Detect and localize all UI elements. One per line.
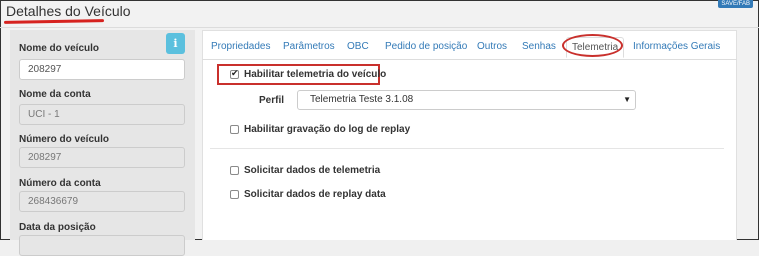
tab-outros[interactable]: Outros <box>477 41 507 52</box>
header-divider <box>0 27 759 28</box>
account-name-field: UCI - 1 <box>19 104 185 125</box>
position-date-label: Data da posição <box>19 222 96 233</box>
account-number-field: 268436679 <box>19 191 185 212</box>
tab-senhas[interactable]: Senhas <box>522 41 556 52</box>
replay-log-checkbox[interactable] <box>230 125 239 134</box>
tab-propriedades[interactable]: Propriedades <box>211 41 270 52</box>
vehicle-number-field: 208297 <box>19 147 185 168</box>
account-number-label: Número da conta <box>19 178 101 189</box>
position-date-field <box>19 235 185 256</box>
perfil-select-value: Telemetria Teste 3.1.08 <box>310 94 414 105</box>
corner-button[interactable]: SAVE/FAB <box>718 0 753 8</box>
request-replay-checkbox[interactable] <box>230 190 239 199</box>
telemetry-tab-annotation <box>562 34 623 57</box>
request-replay-label: Solicitar dados de replay data <box>244 189 386 200</box>
vehicle-name-label: Nome do veículo <box>19 43 100 54</box>
vehicle-name-field[interactable]: 208297 <box>19 59 185 80</box>
page-title: Detalhes do Veículo <box>6 3 131 19</box>
options-divider <box>210 148 724 149</box>
vehicle-number-label: Número do veículo <box>19 134 110 145</box>
tab-parametros[interactable]: Parâmetros <box>283 41 335 52</box>
replay-log-label: Habilitar gravação do log de replay <box>244 124 411 135</box>
info-icon[interactable]: i <box>166 33 185 54</box>
account-name-label: Nome da conta <box>19 89 91 100</box>
enable-telemetry-checkbox[interactable] <box>230 68 239 79</box>
tab-obc[interactable]: OBC <box>347 41 369 52</box>
settings-panel <box>202 30 737 240</box>
request-telemetry-label: Solicitar dados de telemetria <box>244 165 381 176</box>
request-telemetry-checkbox[interactable] <box>230 166 239 175</box>
perfil-select[interactable]: Telemetria Teste 3.1.08 ▼ <box>297 90 636 110</box>
caret-down-icon: ▼ <box>623 95 631 104</box>
enable-telemetry-label: Habilitar telemetria do veículo <box>244 69 387 80</box>
perfil-label: Perfil <box>259 95 285 106</box>
tab-pedido-de-posicao[interactable]: Pedido de posição <box>385 41 467 52</box>
tab-informacoes-gerais[interactable]: Informações Gerais <box>633 41 720 52</box>
